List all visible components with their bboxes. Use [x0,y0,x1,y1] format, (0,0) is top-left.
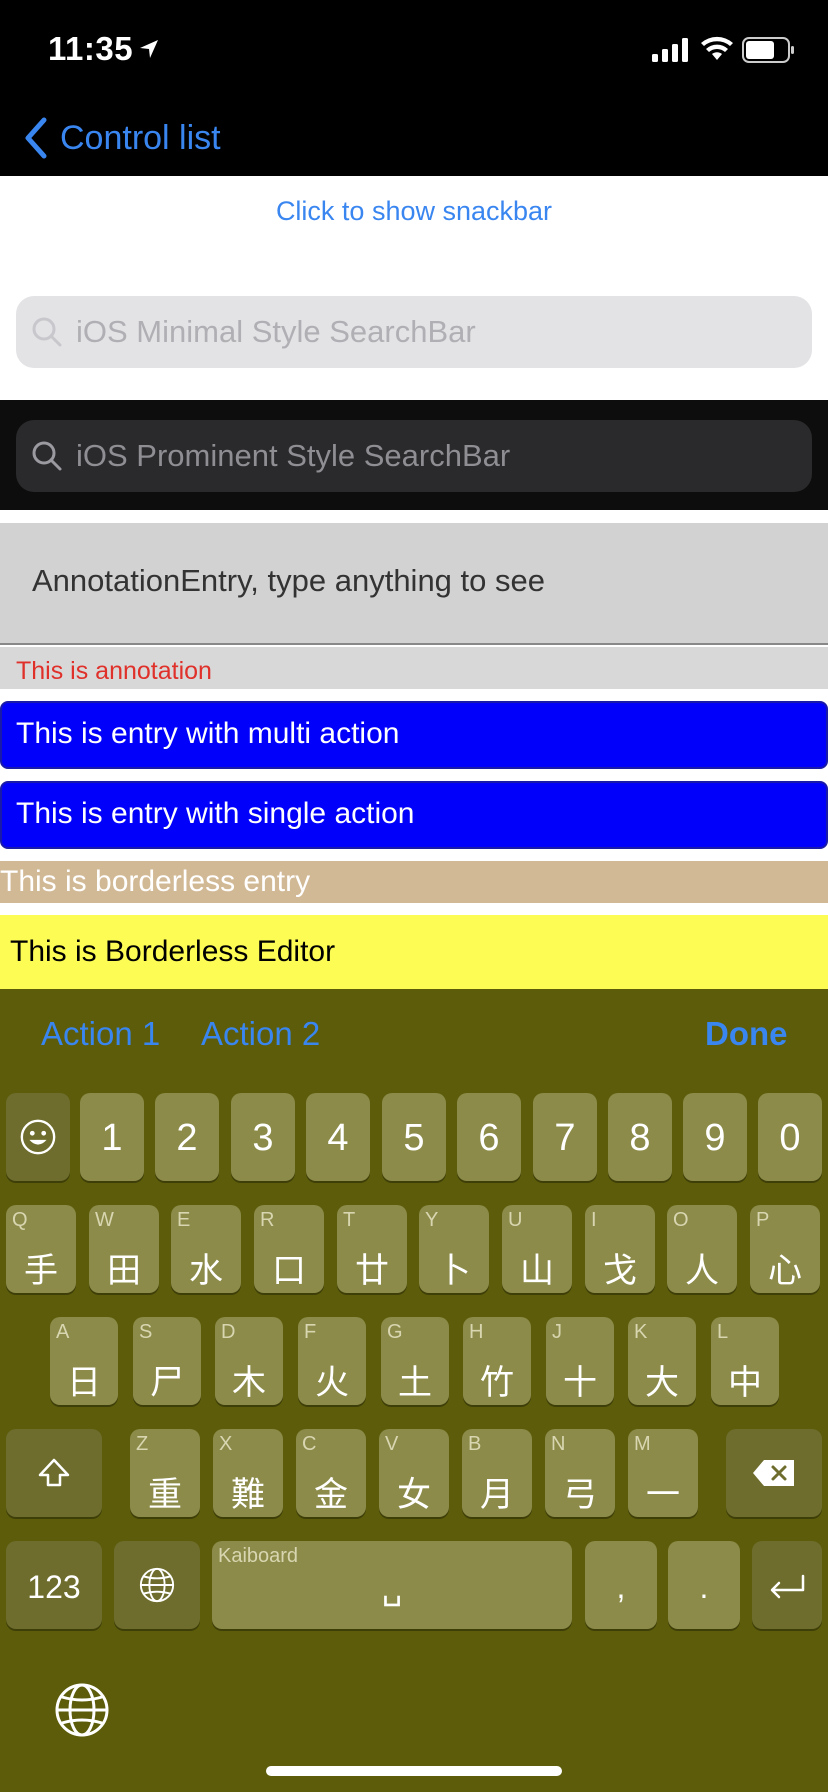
annotation-entry [0,523,828,645]
shift-arrow-icon [38,1458,70,1487]
key-9[interactable]: 9 [683,1093,747,1181]
multi-action-entry [0,701,828,769]
action-1-button[interactable]: Action 1 [41,1015,160,1053]
show-snackbar-button[interactable]: Click to show snackbar [0,196,828,227]
search-icon [32,317,62,347]
key-g[interactable]: G土 [381,1317,449,1405]
status-time: 11:35 [48,30,134,67]
key-u[interactable]: U山 [502,1205,572,1293]
battery-icon [742,37,794,63]
emoji-key[interactable] [6,1093,70,1181]
comma-key[interactable]: , [585,1541,657,1629]
globe-icon[interactable] [54,1682,110,1738]
prominent-search-container [0,400,828,510]
borderless-editor-textarea[interactable]: This is Borderless Editor [10,935,810,975]
minimal-search-input[interactable] [76,314,776,350]
multi-action-entry-input[interactable] [16,717,806,751]
key-y[interactable]: Y卜 [419,1205,489,1293]
key-k[interactable]: K大 [628,1317,696,1405]
key-8[interactable]: 8 [608,1093,672,1181]
numbers-key[interactable]: 123 [6,1541,102,1629]
return-icon [770,1574,805,1599]
done-button[interactable]: Done [705,1015,788,1053]
key-w[interactable]: W田 [89,1205,159,1293]
key-h[interactable]: H竹 [463,1317,531,1405]
prominent-search-bar[interactable] [16,420,812,492]
borderless-entry-input[interactable] [0,865,820,899]
borderless-entry [0,861,828,903]
key-c[interactable]: C金 [296,1429,366,1517]
single-action-entry [0,781,828,849]
key-x[interactable]: X難 [213,1429,283,1517]
wifi-icon [701,36,733,60]
key-2[interactable]: 2 [155,1093,219,1181]
key-6[interactable]: 6 [457,1093,521,1181]
search-icon [32,441,62,471]
minimal-search-bar[interactable] [16,296,812,368]
shift-key[interactable] [6,1429,102,1517]
return-key[interactable] [752,1541,822,1629]
period-key[interactable]: . [668,1541,740,1629]
key-l[interactable]: L中 [711,1317,779,1405]
location-arrow-icon [140,40,158,58]
key-n[interactable]: N弓 [545,1429,615,1517]
key-a[interactable]: A日 [50,1317,118,1405]
key-r[interactable]: R口 [254,1205,324,1293]
backspace-key[interactable] [726,1429,822,1517]
cellular-signal-icon [652,38,688,62]
single-action-entry-input[interactable] [16,797,806,831]
key-5[interactable]: 5 [382,1093,446,1181]
key-s[interactable]: S尸 [133,1317,201,1405]
key-e[interactable]: E水 [171,1205,241,1293]
key-z[interactable]: Z重 [130,1429,200,1517]
annotation-container: This is annotation [0,647,828,689]
keyboard-toolbar: Action 1 Action 2 Done [0,989,828,1081]
key-d[interactable]: D木 [215,1317,283,1405]
borderless-editor: This is Borderless Editor [0,915,828,989]
key-t[interactable]: T廿 [337,1205,407,1293]
action-2-button[interactable]: Action 2 [201,1015,320,1053]
back-button-label: Control list [60,118,221,157]
chevron-left-icon [25,117,47,159]
home-indicator [266,1766,562,1776]
key-o[interactable]: O人 [667,1205,737,1293]
globe-icon [139,1567,175,1603]
globe-key[interactable] [114,1541,200,1629]
key-b[interactable]: B月 [462,1429,532,1517]
key-m[interactable]: M一 [628,1429,698,1517]
key-7[interactable]: 7 [533,1093,597,1181]
key-p[interactable]: P心 [750,1205,820,1293]
annotation-entry-input[interactable] [32,563,792,599]
key-q[interactable]: Q手 [6,1205,76,1293]
keyboard: Action 1 Action 2 Done 1 2 3 4 5 6 7 8 9… [0,989,828,1792]
status-bar: 11:35 [0,0,828,100]
key-f[interactable]: F火 [298,1317,366,1405]
space-key[interactable]: Kaiboard ␣ [212,1541,572,1629]
key-0[interactable]: 0 [758,1093,822,1181]
smiley-icon [20,1119,56,1155]
key-v[interactable]: V女 [379,1429,449,1517]
back-button[interactable]: Control list [24,110,221,166]
key-3[interactable]: 3 [231,1093,295,1181]
navigation-bar: Control list [0,100,828,176]
key-i[interactable]: I戈 [585,1205,655,1293]
backspace-icon [753,1460,794,1486]
annotation-text: This is annotation [16,657,212,685]
key-4[interactable]: 4 [306,1093,370,1181]
prominent-search-input[interactable] [76,438,776,474]
key-j[interactable]: J十 [546,1317,614,1405]
key-1[interactable]: 1 [80,1093,144,1181]
